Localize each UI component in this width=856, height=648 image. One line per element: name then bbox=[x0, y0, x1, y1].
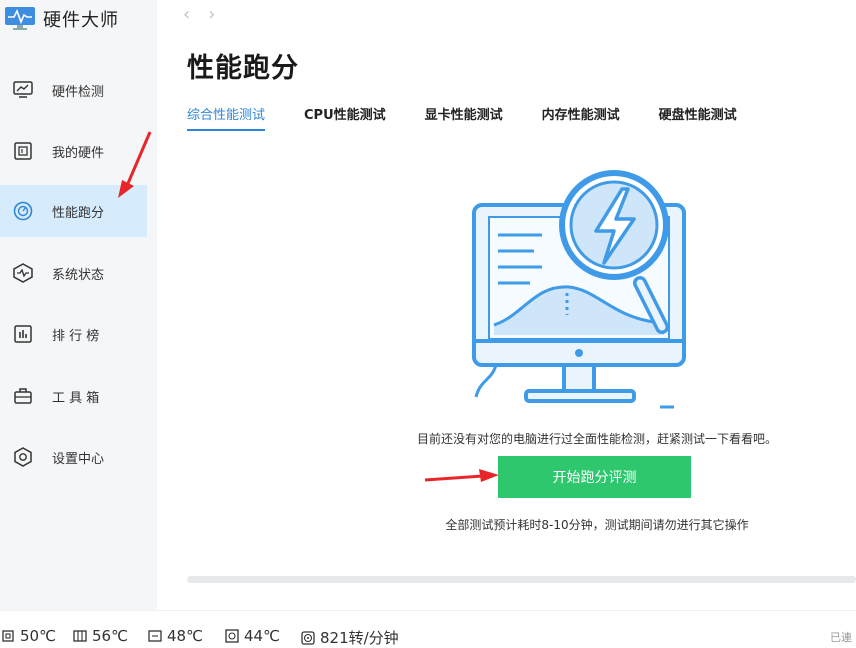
sidebar-item-label: 设置中心 bbox=[52, 451, 105, 467]
gpu-temp-value: 56℃ bbox=[92, 627, 128, 645]
sidebar-item-ranking[interactable]: 排 行 榜 bbox=[0, 308, 147, 360]
tab-overall[interactable]: 综合性能测试 bbox=[187, 104, 266, 131]
cpu-temp-value: 50℃ bbox=[20, 627, 56, 645]
sidebar-item-settings[interactable]: 设置中心 bbox=[0, 431, 147, 483]
tab-bar: 综合性能测试 CPU性能测试 显卡性能测试 内存性能测试 硬盘性能测试 bbox=[187, 104, 776, 131]
board-temp-stat: 48℃ bbox=[147, 627, 203, 645]
sidebar-item-hardware-detect[interactable]: 硬件检测 bbox=[0, 64, 147, 116]
start-benchmark-button[interactable]: 开始跑分评测 bbox=[498, 456, 691, 498]
app-logo: 硬件大师 bbox=[4, 4, 119, 34]
history-nav: ‹ › bbox=[183, 4, 215, 25]
duration-note: 全部测试预计耗时8-10分钟，测试期间请勿进行其它操作 bbox=[445, 518, 749, 532]
monitor-chart-icon bbox=[13, 81, 33, 98]
annotation-arrow-icon bbox=[424, 469, 499, 482]
toolbox-icon bbox=[14, 388, 32, 404]
tab-cpu[interactable]: CPU性能测试 bbox=[304, 104, 386, 131]
back-button[interactable]: ‹ bbox=[183, 4, 190, 25]
connection-status: 已連 bbox=[830, 631, 852, 644]
board-temp-value: 48℃ bbox=[167, 627, 203, 645]
disk-temp-value: 44℃ bbox=[244, 627, 280, 645]
sidebar-item-label: 硬件检测 bbox=[52, 84, 105, 100]
sidebar-item-label: 系统状态 bbox=[52, 267, 105, 283]
benchmark-illustration-icon bbox=[472, 170, 686, 409]
horizontal-scrollbar[interactable] bbox=[187, 576, 856, 583]
fan-speed-stat: 821转/分钟 bbox=[300, 627, 399, 648]
app-title: 硬件大师 bbox=[43, 10, 119, 31]
settings-hex-icon bbox=[14, 447, 32, 467]
page-title: 性能跑分 bbox=[187, 53, 299, 84]
heartbeat-icon bbox=[13, 263, 33, 283]
gpu-temp-stat: 56℃ bbox=[72, 627, 128, 645]
tab-memory[interactable]: 内存性能测试 bbox=[542, 104, 620, 131]
fan-icon bbox=[301, 630, 315, 645]
fan-speed-value: 821转/分钟 bbox=[320, 629, 399, 647]
sidebar-item-system-status[interactable]: 系统状态 bbox=[0, 247, 147, 299]
status-bar: 50℃ 56℃ 48℃ 44℃ 821转/分钟 已連 bbox=[0, 610, 856, 647]
board-icon bbox=[14, 142, 32, 160]
sidebar: 硬件大师 硬件检测 我的硬件 性能跑分 系统状态 排 行 榜 工 具 箱 设置中… bbox=[0, 0, 157, 610]
sidebar-item-label: 性能跑分 bbox=[52, 205, 105, 221]
cpu-temp-stat: 50℃ bbox=[0, 627, 56, 645]
sidebar-item-toolbox[interactable]: 工 具 箱 bbox=[0, 370, 147, 422]
ranking-icon bbox=[14, 325, 32, 343]
tab-disk[interactable]: 硬盘性能测试 bbox=[659, 104, 737, 131]
sidebar-item-label: 排 行 榜 bbox=[52, 328, 100, 344]
sidebar-item-label: 我的硬件 bbox=[52, 145, 105, 161]
forward-button[interactable]: › bbox=[208, 4, 215, 25]
no-benchmark-message: 目前还没有对您的电脑进行过全面性能检测，赶紧测试一下看看吧。 bbox=[416, 432, 777, 446]
monitor-pulse-icon bbox=[5, 7, 35, 30]
disk-temp-stat: 44℃ bbox=[224, 627, 280, 645]
main-panel: ‹ › 性能跑分 综合性能测试 CPU性能测试 显卡性能测试 内存性能测试 硬盘… bbox=[157, 0, 856, 610]
speedometer-icon bbox=[13, 201, 33, 221]
annotation-arrow-icon bbox=[118, 131, 152, 198]
tab-gpu[interactable]: 显卡性能测试 bbox=[425, 104, 503, 131]
sidebar-item-label: 工 具 箱 bbox=[52, 390, 100, 406]
